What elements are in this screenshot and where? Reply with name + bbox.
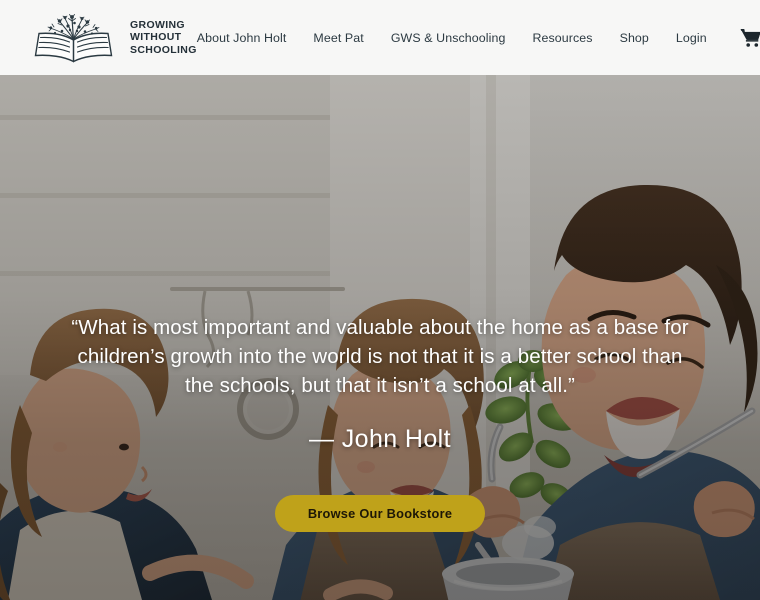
nav-item-meet-pat[interactable]: Meet Pat <box>313 31 363 45</box>
nav-item-shop[interactable]: Shop <box>620 31 649 45</box>
site-logo[interactable]: GROWING WITHOUT SCHOOLING <box>26 9 197 67</box>
browse-our-bookstore-button[interactable]: Browse Our Bookstore <box>274 495 486 532</box>
logo-line-2: WITHOUT <box>130 31 182 44</box>
site-header: GROWING WITHOUT SCHOOLING About John Hol… <box>0 0 760 75</box>
nav-item-login[interactable]: Login <box>676 31 707 45</box>
open-book-with-flowers-logo-icon <box>26 9 121 67</box>
nav-item-gws-and-unschooling[interactable]: GWS & Unschooling <box>391 31 506 45</box>
nav-item-resources[interactable]: Resources <box>532 31 592 45</box>
hero-section: “What is most important and valuable abo… <box>0 75 760 600</box>
shopping-cart-icon[interactable] <box>740 28 760 48</box>
hero-content: “What is most important and valuable abo… <box>0 313 760 532</box>
hero-quote-attribution: — John Holt <box>309 425 451 453</box>
logo-line-3: SCHOOLING <box>130 43 197 56</box>
main-navigation: About John Holt Meet Pat GWS & Unschooli… <box>197 28 760 48</box>
site-logo-wordmark: GROWING WITHOUT SCHOOLING <box>130 19 197 56</box>
hero-quote: “What is most important and valuable abo… <box>71 316 689 397</box>
logo-line-1: GROWING <box>130 19 185 32</box>
nav-item-about-john-holt[interactable]: About John Holt <box>197 31 287 45</box>
